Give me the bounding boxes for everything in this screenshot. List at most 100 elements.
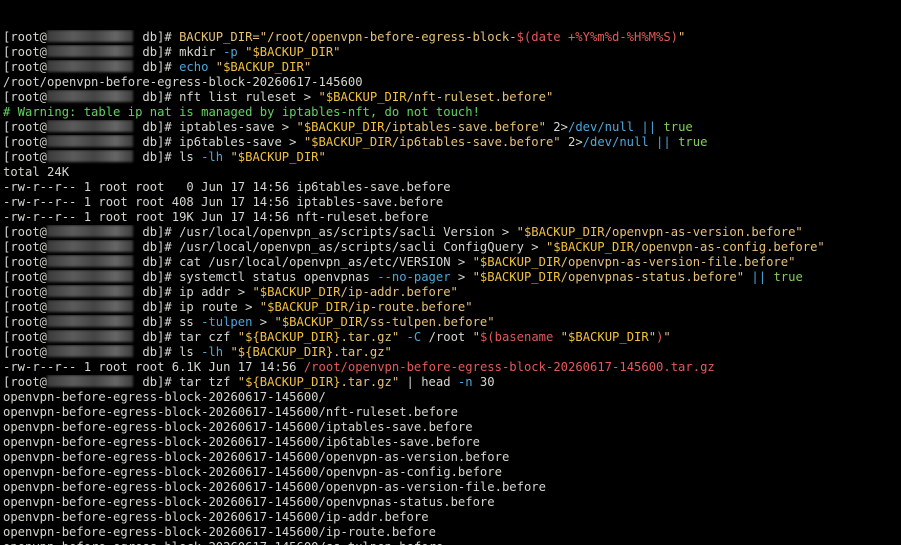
prompt-dir: db]# bbox=[135, 150, 180, 164]
text-segment: openvpn-before-egress-block-20260617-145… bbox=[3, 435, 480, 449]
prompt-user: [root@ bbox=[3, 225, 48, 239]
text-segment: || bbox=[744, 270, 774, 284]
command-line: [root@ db]# tar czf "${BACKUP_DIR}.tar.g… bbox=[3, 330, 901, 345]
text-segment: $BACKUP_DIR bbox=[479, 255, 561, 269]
command-line: [root@ db]# ip route > "$BACKUP_DIR/ip-r… bbox=[3, 300, 901, 315]
text-segment bbox=[399, 330, 406, 344]
command-line: [root@ db]# ss -tulpen > "$BACKUP_DIR/ss… bbox=[3, 315, 901, 330]
prompt-user: [root@ bbox=[3, 60, 48, 74]
redacted-hostname bbox=[47, 330, 134, 342]
output-line: # Warning: table ip nat is managed by ip… bbox=[3, 105, 901, 120]
text-segment: cat /usr/local/openvpn_as/etc/VERSION > bbox=[179, 255, 473, 269]
text-segment: /dev/null bbox=[567, 120, 635, 134]
output-line: -rw-r--r-- 1 root root 6.1K Jun 17 14:56… bbox=[3, 360, 901, 375]
text-segment: /usr/local/openvpn_as/scripts/sacli Vers… bbox=[179, 225, 517, 239]
command-line: [root@ db]# nft list ruleset > "$BACKUP_… bbox=[3, 90, 901, 105]
text-segment: " bbox=[230, 345, 238, 359]
redacted-hostname bbox=[47, 150, 134, 162]
redacted-hostname bbox=[47, 285, 134, 297]
text-segment: || bbox=[634, 120, 664, 134]
prompt-dir: db]# bbox=[135, 90, 180, 104]
prompt-user: [root@ bbox=[3, 345, 48, 359]
text-segment: /openvpnas-status.before" bbox=[560, 270, 745, 284]
output-line: openvpn-before-egress-block-20260617-145… bbox=[3, 525, 901, 540]
text-segment: openvpn-before-egress-block-20260617-145… bbox=[3, 540, 443, 545]
command-line: [root@ db]# iptables-save > "$BACKUP_DIR… bbox=[3, 120, 901, 135]
text-segment: true bbox=[773, 270, 803, 284]
text-segment: $BACKUP_DIR bbox=[479, 270, 561, 284]
redacted-hostname bbox=[47, 225, 134, 237]
text-segment: true bbox=[663, 120, 693, 134]
text-segment: " bbox=[237, 375, 246, 389]
text-segment: ip route > bbox=[179, 300, 260, 314]
text-segment: $BACKUP_DIR bbox=[303, 120, 385, 134]
text-segment: $BACKUP_DIR bbox=[252, 45, 334, 59]
text-segment: " bbox=[516, 225, 524, 239]
terminal-output: [root@ db]# BACKUP_DIR="/root/openvpn-be… bbox=[3, 30, 901, 545]
text-segment: /ss-tulpen.before" bbox=[362, 315, 495, 329]
text-segment: /ip6tables-save.before" bbox=[391, 135, 561, 149]
text-segment: 30 bbox=[472, 375, 495, 389]
text-segment: /openvpn-as-version-file.before" bbox=[560, 255, 796, 269]
output-line: openvpn-before-egress-block-20260617-145… bbox=[3, 435, 901, 450]
output-line: openvpn-before-egress-block-20260617-145… bbox=[3, 510, 901, 525]
command-line: [root@ db]# ip6tables-save > "$BACKUP_DI… bbox=[3, 135, 901, 150]
prompt-dir: db]# bbox=[135, 315, 180, 329]
text-segment: " bbox=[252, 285, 260, 299]
output-line: -rw-r--r-- 1 root root 0 Jun 17 14:56 ip… bbox=[3, 180, 901, 195]
text-segment: " bbox=[230, 150, 238, 164]
prompt-dir: db]# bbox=[135, 300, 180, 314]
prompt-dir: db]# bbox=[135, 330, 180, 344]
text-segment: openvpn-before-egress-block-20260617-145… bbox=[3, 525, 436, 539]
text-segment: " bbox=[215, 60, 224, 74]
text-segment: ip addr > bbox=[179, 285, 253, 299]
prompt-user: [root@ bbox=[3, 120, 48, 134]
text-segment: /ip-addr.before" bbox=[340, 285, 458, 299]
text-segment: " bbox=[333, 45, 341, 59]
redacted-hostname bbox=[47, 270, 134, 282]
command-line: [root@ db]# BACKUP_DIR="/root/openvpn-be… bbox=[3, 30, 901, 45]
text-segment: openvpn-before-egress-block-20260617-145… bbox=[3, 405, 458, 419]
text-segment: 2> bbox=[545, 120, 568, 134]
text-segment: nft list ruleset > bbox=[179, 90, 319, 104]
prompt-dir: db]# bbox=[135, 30, 180, 44]
text-segment: /root/openvpn-before-egress-block-202606… bbox=[3, 75, 363, 89]
text-segment: openvpn-before-egress-block-20260617-145… bbox=[3, 480, 546, 494]
text-segment: " bbox=[663, 330, 671, 344]
prompt-dir: db]# bbox=[135, 120, 180, 134]
text-segment: " bbox=[472, 270, 480, 284]
text-segment: " bbox=[237, 330, 246, 344]
text-segment: /ip-route.before" bbox=[347, 300, 473, 314]
prompt-user: [root@ bbox=[3, 45, 48, 59]
text-segment: tar czf bbox=[179, 330, 238, 344]
terminal-window[interactable]: [root@ db]# BACKUP_DIR="/root/openvpn-be… bbox=[0, 0, 901, 545]
text-segment: $BACKUP_DIR bbox=[311, 135, 392, 149]
text-segment: .tar.gz" bbox=[340, 375, 400, 389]
text-segment: ls bbox=[179, 150, 202, 164]
prompt-user: [root@ bbox=[3, 330, 48, 344]
text-segment: " bbox=[472, 330, 480, 344]
redacted-hostname bbox=[47, 315, 134, 327]
output-line: /root/openvpn-before-egress-block-202606… bbox=[3, 75, 901, 90]
text-segment: /usr/local/openvpn_as/scripts/sacli Conf… bbox=[179, 240, 546, 254]
text-segment: " bbox=[678, 30, 686, 44]
text-segment: iptables-save > bbox=[179, 120, 297, 134]
text-segment: /openvpn-as-version.before" bbox=[604, 225, 803, 239]
text-segment: $BACKUP_DIR bbox=[237, 150, 319, 164]
text-segment: " bbox=[303, 60, 312, 74]
text-segment: tar tzf bbox=[179, 375, 238, 389]
text-segment: $BACKUP_DIR bbox=[553, 240, 634, 254]
text-segment: $(basename bbox=[479, 330, 561, 344]
redacted-hostname bbox=[47, 60, 134, 72]
text-segment: -rw-r--r-- 1 root root 408 Jun 17 14:56 … bbox=[3, 195, 444, 209]
redacted-hostname bbox=[47, 90, 134, 102]
text-segment: -lh bbox=[201, 150, 231, 164]
text-segment: total 24K bbox=[3, 165, 70, 179]
text-segment: openvpn-before-egress-block-20260617-145… bbox=[3, 450, 510, 464]
prompt-dir: db]# bbox=[135, 225, 180, 239]
output-line: openvpn-before-egress-block-20260617-145… bbox=[3, 465, 901, 480]
text-segment: /dev/null bbox=[582, 135, 649, 149]
output-line: openvpn-before-egress-block-20260617-145… bbox=[3, 390, 901, 405]
text-segment: > bbox=[450, 270, 473, 284]
prompt-user: [root@ bbox=[3, 255, 48, 269]
